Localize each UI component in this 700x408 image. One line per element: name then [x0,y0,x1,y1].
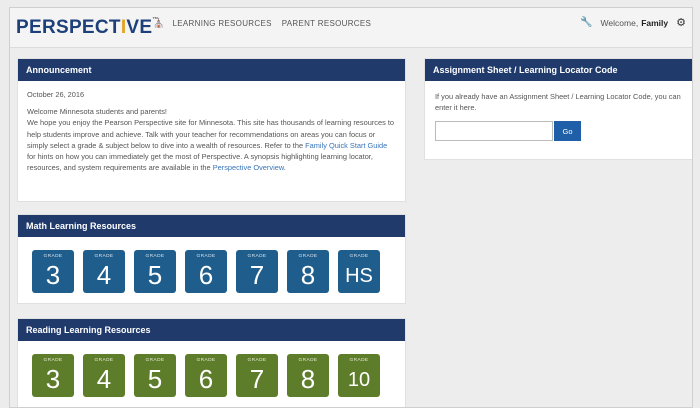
reading-grade-10-tile[interactable]: GRADE 10 [338,354,380,397]
user-menu: 🔧 Welcome, Family ⚙ [580,16,686,29]
math-grade-7-tile[interactable]: GRADE 7 [236,250,278,293]
grade-number: 7 [249,364,265,394]
user-name[interactable]: Family [641,18,668,28]
app-window: PERSPECTIVE™ ⛪ LEARNING RESOURCES PARENT… [9,7,693,408]
grade-number: 5 [147,260,163,290]
nav-learning-resources[interactable]: LEARNING RESOURCES [173,19,272,28]
announcement-text-end: . [283,163,286,173]
math-grade-3-tile[interactable]: GRADE 3 [32,250,74,293]
logo-prefix: PERSPECT [16,17,121,38]
grade-number: 3 [45,364,61,394]
welcome-label: Welcome, [600,17,639,28]
assignment-panel: Assignment Sheet / Learning Locator Code… [424,58,692,160]
announcement-text-part-2: for hints on how you can immediately get… [27,152,373,173]
grade-label: GRADE [145,358,165,363]
grade-label: GRADE [349,358,369,363]
grade-label: GRADE [43,358,63,363]
reading-grade-5-tile[interactable]: GRADE 5 [134,354,176,397]
math-grade-5-tile[interactable]: GRADE 5 [134,250,176,293]
math-grade-list: GRADE 3 GRADE 4 GRADE 5 GRADE 6 GRADE 7 GRADE… [18,237,405,293]
grade-number: 8 [300,364,316,394]
grade-number: 7 [249,260,265,290]
math-resources-panel: Math Learning Resources GRADE 3 GRADE 4 GR… [17,214,406,304]
grade-number: HS [345,265,373,287]
grade-label: GRADE [196,358,216,363]
grade-label: GRADE [94,254,114,259]
assignment-body: If you already have an Assignment Sheet … [425,81,692,151]
grade-number: 10 [347,369,371,391]
perspective-overview-link[interactable]: Perspective Overview [213,163,284,172]
grade-label: GRADE [298,254,318,259]
grade-label: GRADE [196,254,216,259]
grade-number: 4 [96,260,112,290]
logo-suffix: VE [126,17,153,38]
top-nav-bar: PERSPECTIVE™ ⛪ LEARNING RESOURCES PARENT… [10,8,692,48]
announcement-date: October 26, 2016 [27,90,85,99]
grade-number: 6 [198,364,214,394]
grade-number: 6 [198,260,214,290]
announcement-greeting: Welcome Minnesota students and parents! [27,107,167,117]
math-resources-title: Math Learning Resources [18,215,405,237]
grade-label: GRADE [145,254,165,259]
main-nav: ⛪ LEARNING RESOURCES PARENT RESOURCES [153,18,381,29]
family-quick-start-guide-link[interactable]: Family Quick Start Guide [305,141,387,150]
go-button[interactable]: Go [554,121,581,141]
reading-resources-panel: Reading Learning Resources GRADE 3 GRADE 4… [17,318,406,407]
wrench-icon[interactable]: 🔧 [580,17,592,28]
grade-label: GRADE [349,254,369,259]
perspective-logo[interactable]: PERSPECTIVE™ [16,17,159,39]
grade-number: 5 [147,364,163,394]
reading-resources-title: Reading Learning Resources [18,319,405,341]
locator-form: Go [435,121,685,141]
grade-number: 8 [300,260,316,290]
nav-parent-resources[interactable]: PARENT RESOURCES [282,19,371,28]
grade-label: GRADE [43,254,63,259]
locator-code-input[interactable] [435,121,553,141]
grade-label: GRADE [94,358,114,363]
math-grade-hs-tile[interactable]: GRADE HS [338,250,380,293]
assignment-title: Assignment Sheet / Learning Locator Code [425,59,692,81]
math-grade-6-tile[interactable]: GRADE 6 [185,250,227,293]
grade-number: 4 [96,364,112,394]
reading-grade-3-tile[interactable]: GRADE 3 [32,354,74,397]
announcement-body: October 26, 2016 Welcome Minnesota stude… [18,81,405,181]
reading-grade-7-tile[interactable]: GRADE 7 [236,354,278,397]
math-grade-8-tile[interactable]: GRADE 8 [287,250,329,293]
grade-label: GRADE [247,254,267,259]
reading-grade-8-tile[interactable]: GRADE 8 [287,354,329,397]
announcement-text: We hope you enjoy the Pearson Perspectiv… [27,117,396,173]
assignment-text: If you already have an Assignment Sheet … [435,92,681,112]
grade-number: 3 [45,260,61,290]
grade-label: GRADE [298,358,318,363]
gear-icon[interactable]: ⚙ [676,16,686,29]
reading-grade-list: GRADE 3 GRADE 4 GRADE 5 GRADE 6 GRADE 7 GRADE… [18,341,405,397]
reading-grade-4-tile[interactable]: GRADE 4 [83,354,125,397]
math-grade-4-tile[interactable]: GRADE 4 [83,250,125,293]
reading-grade-6-tile[interactable]: GRADE 6 [185,354,227,397]
announcement-panel: Announcement October 26, 2016 Welcome Mi… [17,58,406,202]
grade-label: GRADE [247,358,267,363]
announcement-title: Announcement [18,59,405,81]
home-icon[interactable]: ⛪ [153,18,165,29]
